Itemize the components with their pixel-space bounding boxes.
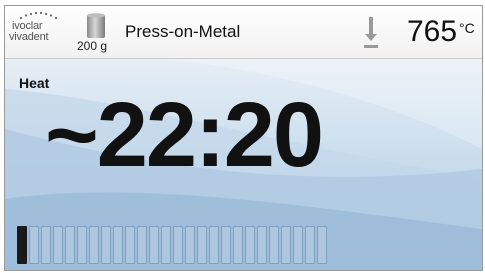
progress-segment [53, 226, 63, 264]
current-temperature: 765 [407, 15, 458, 48]
progress-segment [89, 226, 99, 264]
progress-segment [41, 226, 51, 264]
progress-segment [197, 226, 207, 264]
progress-segment [149, 226, 159, 264]
remaining-time: ~22:20 [45, 84, 324, 186]
furnace-display: ivoclar vivadent 200 g Press-on-Metal 76… [4, 5, 483, 271]
progress-segment [173, 226, 183, 264]
progress-segment [113, 226, 123, 264]
progress-bar [17, 226, 327, 264]
progress-segment [77, 226, 87, 264]
logo-text-line2: vivadent [9, 31, 49, 43]
progress-segment [101, 226, 111, 264]
progress-segment [17, 226, 27, 264]
crucible-icon [87, 13, 105, 38]
temperature-unit: °C [459, 20, 475, 36]
progress-segment [161, 226, 171, 264]
progress-segment [233, 226, 243, 264]
progress-segment [29, 226, 39, 264]
progress-segment [293, 226, 303, 264]
firing-status-panel: Heat ~22:20 [5, 59, 482, 270]
progress-segment [245, 226, 255, 264]
progress-segment [185, 226, 195, 264]
crucible-weight: 200 g [77, 39, 108, 53]
progress-segment [257, 226, 267, 264]
progress-segment [269, 226, 279, 264]
progress-segment [137, 226, 147, 264]
progress-segment [65, 226, 75, 264]
status-header: ivoclar vivadent 200 g Press-on-Metal 76… [5, 6, 482, 59]
progress-segment [317, 226, 327, 264]
thermometer-down-icon [364, 17, 378, 48]
logo-dots [19, 11, 58, 20]
progress-segment [221, 226, 231, 264]
progress-segment [281, 226, 291, 264]
ivoclar-vivadent-logo: ivoclar vivadent [9, 11, 67, 46]
progress-segment [209, 226, 219, 264]
program-name[interactable]: Press-on-Metal [125, 22, 240, 42]
progress-segment [305, 226, 315, 264]
progress-segment [125, 226, 135, 264]
